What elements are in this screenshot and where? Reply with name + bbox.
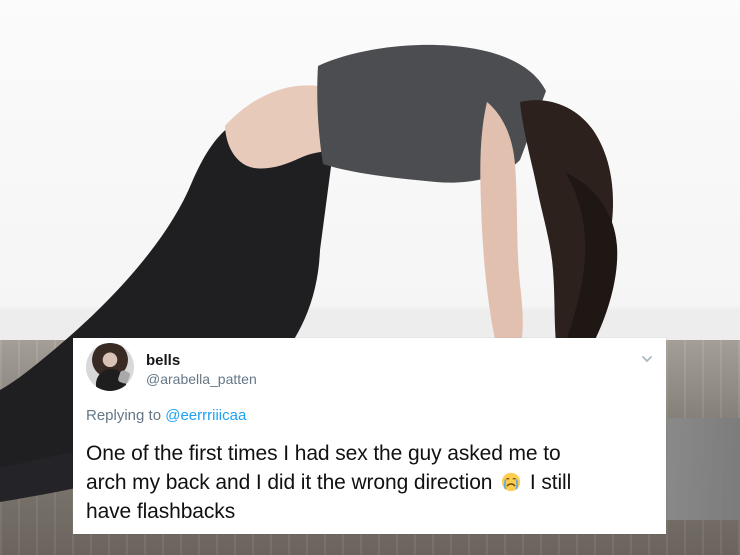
tweet-line-3: have flashbacks — [86, 500, 236, 523]
display-name[interactable]: bells — [146, 352, 180, 369]
tweet-line-1: One of the first times I had sex the guy… — [86, 442, 561, 465]
crying-face-icon — [501, 472, 521, 492]
replying-to-label: Replying to @eerrriiicaa — [86, 407, 246, 424]
meme-image: bells @arabella_patten Replying to @eerr… — [0, 0, 740, 555]
chevron-down-icon[interactable] — [640, 352, 654, 366]
replying-prefix: Replying to — [86, 407, 162, 424]
avatar[interactable] — [86, 343, 134, 391]
user-handle[interactable]: @arabella_patten — [146, 371, 257, 387]
tweet-text: One of the first times I had sex the guy… — [86, 439, 651, 526]
tweet-line-2-after: I still — [529, 471, 572, 494]
tweet-line-2-before: arch my back and I did it the wrong dire… — [86, 471, 493, 494]
tweet-line-2: arch my back and I did it the wrong dire… — [86, 468, 651, 497]
reply-handle-link[interactable]: @eerrriiicaa — [165, 407, 246, 424]
tweet-card[interactable]: bells @arabella_patten Replying to @eerr… — [73, 338, 666, 534]
